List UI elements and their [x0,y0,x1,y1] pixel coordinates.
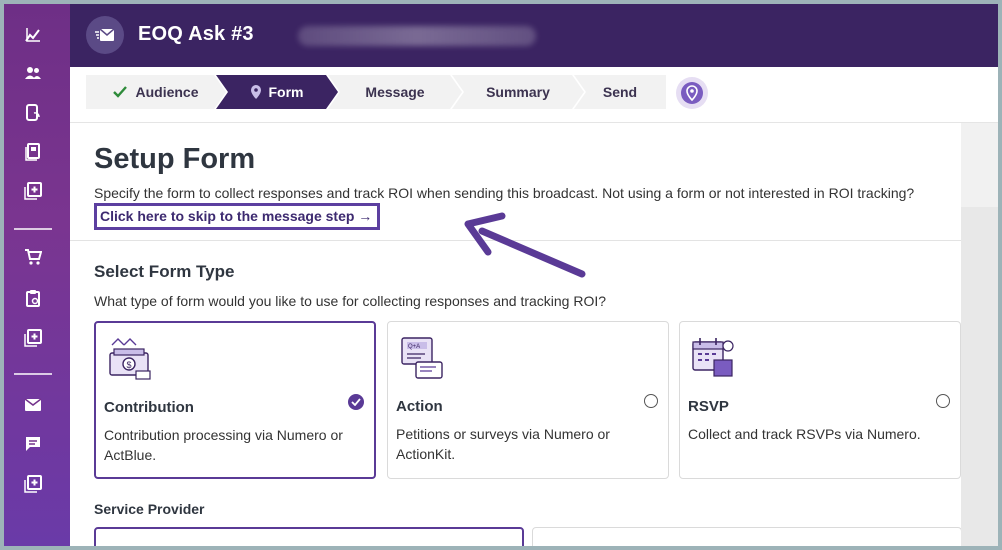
section-title: Select Form Type [94,262,235,281]
svg-text:Q+A: Q+A [408,344,420,350]
money-stack-icon: $ [106,335,156,385]
calendar-icon [690,334,740,384]
radio-button[interactable] [936,394,950,408]
section-description: What type of form would you like to use … [94,293,607,309]
step-label: Form [268,84,304,100]
rail-divider [14,373,52,375]
step-message[interactable]: Message [328,75,462,109]
library-icon[interactable] [21,140,45,164]
provider-card-selected[interactable] [94,527,524,546]
form-type-card-contribution[interactable]: $ Contribution Contribution processing v… [94,321,376,479]
step-form[interactable]: Form [216,75,338,109]
add-item-icon[interactable] [21,472,45,496]
page-title: Setup Form [94,143,256,175]
redacted-subtitle [298,26,536,46]
location-pin-icon [250,85,261,99]
page-description: Specify the form to collect responses an… [94,182,954,231]
step-label: Summary [486,84,550,100]
step-send[interactable]: Send [574,75,666,109]
selected-check-icon[interactable] [348,394,364,410]
main-panel: Setup Form Specify the form to collect r… [70,123,962,546]
cart-icon[interactable] [21,245,45,269]
broadcast-title: EOQ Ask #3 [138,23,254,45]
email-icon[interactable] [21,393,45,417]
form-type-card-action[interactable]: Q+A Action Petitions or surveys via Nume… [387,321,669,479]
broadcast-email-icon [86,16,124,54]
clipboard-icon[interactable] [21,286,45,310]
step-label: Message [365,84,425,100]
skip-to-message-link[interactable]: Click here to skip to the message step → [94,203,381,230]
scrollbar[interactable] [961,123,998,546]
current-step-marker-icon [676,77,708,109]
rail-divider [14,228,52,230]
step-label: Send [602,84,638,100]
qa-survey-icon: Q+A [398,334,448,384]
broadcast-icon[interactable] [21,101,45,125]
card-description: Petitions or surveys via Numero or Actio… [396,426,610,462]
service-provider-label: Service Provider [94,501,205,517]
scrollbar-track[interactable] [961,207,998,546]
section-divider [70,240,961,241]
top-header: EOQ Ask #3 [70,4,998,67]
contacts-icon[interactable] [21,61,45,85]
card-title: Contribution [104,399,194,416]
card-title: RSVP [688,398,729,415]
description-text: Specify the form to collect responses an… [94,185,915,201]
checkmark-icon [113,86,128,98]
card-title: Action [396,398,443,415]
app-window: EOQ Ask #3 Audience Form Message Summary [4,4,998,546]
step-summary[interactable]: Summary [452,75,584,109]
card-description: Contribution processing via Numero or Ac… [104,427,343,463]
chat-icon[interactable] [21,432,45,456]
add-box-icon[interactable] [21,179,45,203]
radio-button[interactable] [644,394,658,408]
step-audience[interactable]: Audience [86,75,226,109]
form-type-card-rsvp[interactable]: RSVP Collect and track RSVPs via Numero. [679,321,961,479]
step-label: Audience [135,84,199,100]
step-progress-bar: Audience Form Message Summary Send [70,67,998,123]
provider-card[interactable] [532,527,962,546]
analytics-icon[interactable] [21,22,45,46]
add-collection-icon[interactable] [21,326,45,350]
left-nav-rail [4,4,70,546]
svg-text:$: $ [127,360,132,370]
card-description: Collect and track RSVPs via Numero. [688,426,921,442]
